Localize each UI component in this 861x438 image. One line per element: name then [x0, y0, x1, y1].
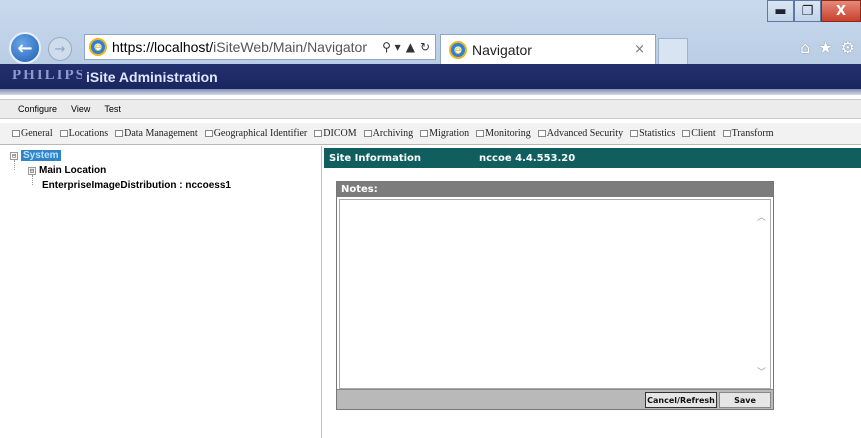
toolbar-statistics[interactable]: Statistics: [630, 128, 675, 139]
toolbar-label: Statistics: [639, 128, 676, 139]
toolbar-label: Geographical Identifier: [213, 128, 308, 139]
tab-title: Navigator: [472, 41, 532, 58]
toolbar-label: Client: [691, 128, 716, 139]
tree-node-label: System: [21, 150, 61, 161]
folder-icon: [314, 130, 323, 137]
browser-toolbar-icons: ⌂ ★ ⚙: [800, 38, 855, 57]
restore-button[interactable]: ❐: [794, 0, 821, 22]
folder-icon: [59, 130, 68, 137]
address-bar[interactable]: e https://localhost/iSiteWeb/Main/Naviga…: [84, 34, 436, 60]
toolbar-label: Archiving: [372, 128, 414, 139]
category-toolbar: General Locations Data Management Geogra…: [0, 123, 861, 145]
toolbar-general[interactable]: General: [12, 128, 53, 139]
toolbar-label: Locations: [68, 128, 109, 139]
app-title: iSite Administration: [86, 68, 218, 85]
collapse-icon[interactable]: ⊟: [10, 151, 18, 160]
toolbar-label: Monitoring: [485, 128, 531, 139]
notes-textarea[interactable]: [339, 199, 771, 389]
tree-node-main-location[interactable]: ⊟ Main Location: [28, 165, 106, 176]
tree-node-system[interactable]: ⊟ System: [10, 150, 61, 161]
tab-favicon-icon: e: [449, 40, 467, 59]
notes-footer: Cancel/Refresh Save: [337, 389, 773, 409]
back-arrow-icon: ←: [17, 37, 33, 59]
gear-icon[interactable]: ⚙: [841, 38, 855, 57]
toolbar-label: Advanced Security: [546, 128, 624, 139]
favorites-icon[interactable]: ★: [818, 38, 832, 57]
toolbar-monitoring[interactable]: Monitoring: [476, 128, 531, 139]
refresh-icon[interactable]: ↻: [420, 40, 430, 54]
notes-panel: Notes: ︿ ﹀ Cancel/Refresh Save: [336, 181, 774, 410]
folder-icon: [12, 130, 20, 137]
url-path: iSiteWeb/Main/Navigator: [213, 39, 367, 55]
menu-bar: Configure View Test: [0, 99, 861, 119]
scroll-up-icon[interactable]: ︿: [757, 210, 766, 223]
app-header: PHILIPS iSite Administration: [0, 64, 861, 89]
url-text[interactable]: https://localhost/iSiteWeb/Main/Navigato…: [112, 39, 367, 55]
search-icon[interactable]: ⚲ ▾: [382, 40, 401, 54]
site-information-bar: Site Information nccoe 4.4.553.20: [324, 148, 861, 168]
scroll-down-icon[interactable]: ﹀: [757, 365, 766, 378]
minimize-button[interactable]: ▬: [767, 0, 794, 22]
toolbar-locations[interactable]: Locations: [59, 128, 109, 139]
toolbar-label: Migration: [429, 128, 470, 139]
folder-icon: [363, 130, 372, 137]
tree-connector: [32, 175, 33, 185]
folder-icon: [420, 130, 429, 137]
tree-node-label: Main Location: [39, 165, 107, 176]
folder-icon: [630, 130, 639, 137]
toolbar-label: DICOM: [323, 128, 357, 139]
folder-icon: [722, 130, 731, 137]
menu-view[interactable]: View: [71, 104, 90, 114]
forward-button[interactable]: →: [48, 37, 72, 61]
ie-logo-icon: e: [89, 38, 107, 56]
toolbar-dicom[interactable]: DICOM: [314, 128, 357, 139]
address-icons: ⚲ ▾ ▲ ↻: [382, 40, 435, 54]
toolbar-label: Data Management: [124, 128, 198, 139]
back-button[interactable]: ←: [9, 32, 41, 64]
toolbar-transform[interactable]: Transform: [722, 128, 774, 139]
browser-chrome: ▬ ❐ X ← → e https://localhost/iSiteWeb/M…: [0, 0, 861, 64]
notes-label: Notes:: [337, 182, 773, 197]
url-host: https://localhost/: [112, 39, 214, 55]
window-controls: ▬ ❐ X: [767, 0, 861, 25]
tree-connector: [14, 160, 15, 170]
brand-logo: PHILIPS: [12, 69, 82, 83]
tree-node-enterprise-image-distribution[interactable]: EnterpriseImageDistribution : nccoess1: [42, 180, 231, 191]
cancel-refresh-button[interactable]: Cancel/Refresh: [645, 392, 717, 408]
forward-arrow-icon: →: [54, 41, 66, 57]
close-button[interactable]: X: [821, 0, 861, 22]
folder-icon: [115, 130, 124, 137]
menu-test[interactable]: Test: [104, 104, 121, 114]
folder-icon: [204, 130, 213, 137]
toolbar-client[interactable]: Client: [682, 128, 716, 139]
toolbar-data-management[interactable]: Data Management: [115, 128, 198, 139]
site-information-label: Site Information: [329, 152, 422, 164]
tree-node-label: EnterpriseImageDistribution : nccoess1: [42, 180, 231, 191]
save-button[interactable]: Save: [719, 392, 771, 408]
lock-icon[interactable]: ▲: [406, 40, 415, 54]
new-tab-button[interactable]: [658, 38, 688, 64]
tab-close-icon[interactable]: ×: [634, 42, 645, 57]
toolbar-label: Transform: [731, 128, 774, 139]
toolbar-label: General: [21, 128, 53, 139]
folder-icon: [476, 130, 485, 137]
browser-tab[interactable]: e Navigator ×: [440, 34, 656, 64]
toolbar-archiving[interactable]: Archiving: [363, 128, 414, 139]
folder-icon: [537, 130, 546, 137]
folder-icon: [682, 130, 691, 137]
menu-configure[interactable]: Configure: [18, 104, 57, 114]
site-version: nccoe 4.4.553.20: [479, 152, 576, 164]
toolbar-advanced-security[interactable]: Advanced Security: [537, 128, 624, 139]
toolbar-migration[interactable]: Migration: [420, 128, 469, 139]
collapse-icon[interactable]: ⊟: [28, 166, 36, 175]
navigation-tree: ⊟ System ⊟ Main Location EnterpriseImage…: [0, 146, 322, 438]
home-icon[interactable]: ⌂: [800, 38, 810, 57]
header-divider: [0, 89, 861, 95]
toolbar-geographical-identifier[interactable]: Geographical Identifier: [204, 128, 308, 139]
